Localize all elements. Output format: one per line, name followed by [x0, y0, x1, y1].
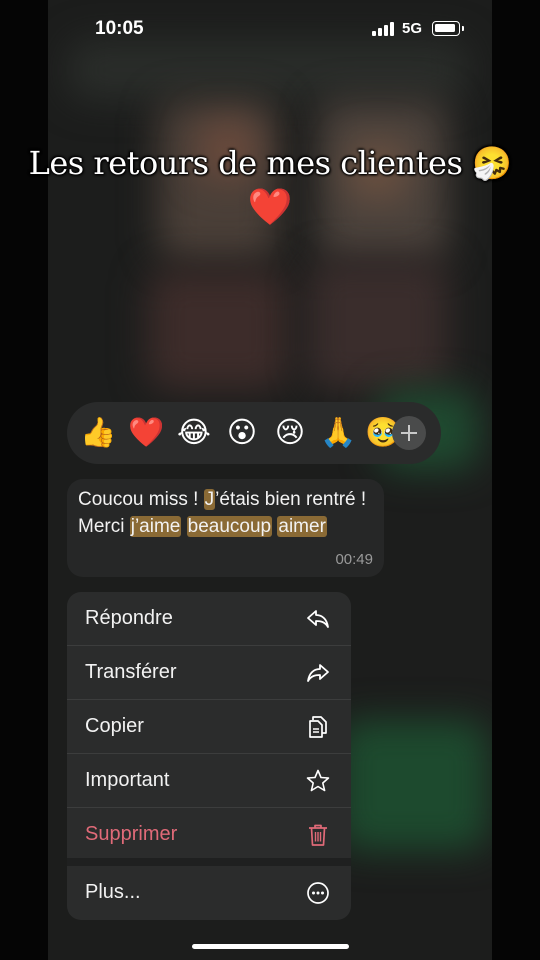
- menu-item-more[interactable]: Plus...: [67, 866, 351, 920]
- forward-icon: [307, 664, 329, 682]
- message-text: Coucou miss ! J’étais bien rentré ! Merc…: [78, 486, 378, 540]
- message-time: 00:49: [335, 551, 373, 568]
- context-menu: Répondre Transférer Copier Important Sup…: [67, 592, 351, 920]
- more-icon: [307, 882, 329, 904]
- menu-item-label: Répondre: [85, 607, 173, 629]
- reaction-heart[interactable]: ❤️: [128, 415, 164, 451]
- menu-item-copy[interactable]: Copier: [67, 700, 351, 754]
- message-highlight: J: [203, 489, 216, 510]
- message-part: [181, 516, 186, 537]
- message-part: Coucou miss !: [78, 489, 204, 510]
- copy-icon: [309, 716, 327, 738]
- caption-heart: ❤️: [247, 186, 293, 227]
- menu-section-divider: [67, 858, 351, 866]
- menu-item-forward[interactable]: Transférer: [67, 646, 351, 700]
- menu-item-reply[interactable]: Répondre: [67, 592, 351, 646]
- reactions-bar: 👍 ❤️ 😂 😮 😢 🙏 🥹: [67, 402, 441, 464]
- home-indicator[interactable]: [192, 944, 349, 949]
- message-highlight: aimer: [277, 516, 327, 537]
- menu-item-label: Important: [85, 769, 170, 791]
- status-bar: 10:05 5G: [48, 0, 492, 60]
- reaction-surprised[interactable]: 😮: [224, 415, 260, 451]
- reaction-laugh[interactable]: 😂: [176, 415, 212, 451]
- star-icon: [306, 769, 330, 792]
- menu-item-delete[interactable]: Supprimer: [67, 808, 351, 862]
- menu-item-label: Copier: [85, 715, 144, 737]
- message-highlight: beaucoup: [186, 516, 273, 537]
- status-time: 10:05: [95, 18, 144, 39]
- network-type: 5G: [402, 20, 423, 37]
- menu-item-important[interactable]: Important: [67, 754, 351, 808]
- trash-icon: [309, 824, 327, 846]
- message-highlight: j’aime: [129, 516, 182, 537]
- caption-title: Les retours de mes clientes 🤧: [28, 144, 512, 182]
- menu-item-label: Plus...: [85, 881, 141, 903]
- signal-icon: [372, 22, 394, 36]
- battery-icon: [432, 21, 464, 36]
- reaction-pray[interactable]: 🙏: [320, 415, 356, 451]
- message-bubble[interactable]: Coucou miss ! J’étais bien rentré ! Merc…: [67, 479, 384, 577]
- menu-item-label: Supprimer: [85, 823, 178, 845]
- reaction-thumbs-up[interactable]: 👍: [80, 415, 116, 451]
- add-reaction-button[interactable]: [392, 416, 426, 450]
- menu-item-label: Transférer: [85, 661, 177, 683]
- reaction-sad[interactable]: 😢: [272, 415, 308, 451]
- reply-icon: [307, 610, 329, 628]
